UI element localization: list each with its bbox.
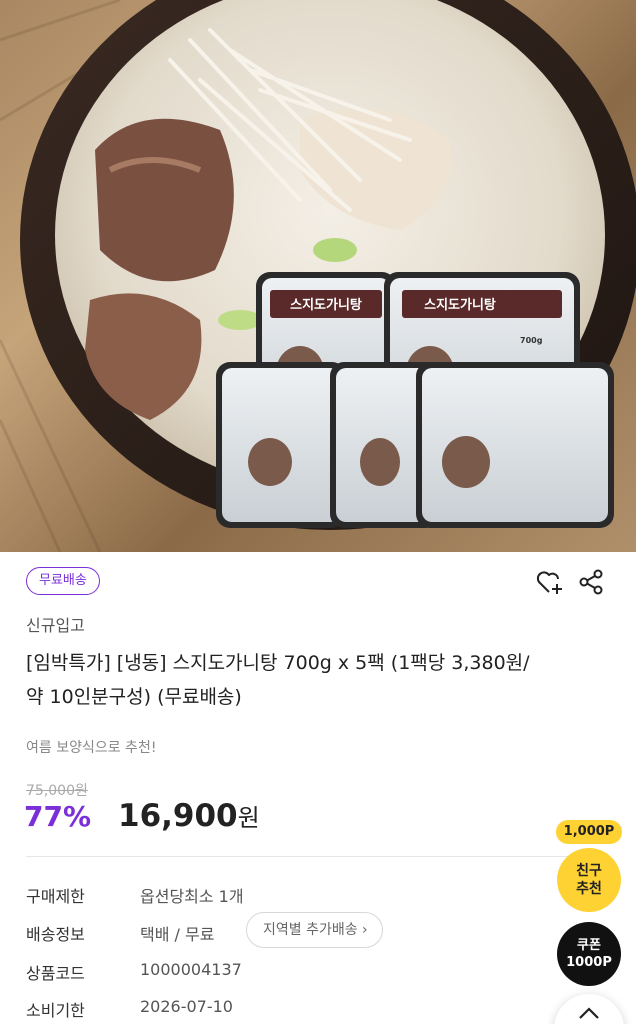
expiry-value: 2026-07-10 xyxy=(140,997,233,1016)
sale-price-unit: 원 xyxy=(237,804,260,832)
product-title-line: [임박특가] [냉동] 스지도가니탕 700g x 5팩 (1팩당 3,380원… xyxy=(26,652,530,674)
product-photo: 스지도가니탕 스지도가니탕 700g xyxy=(0,0,636,552)
product-title: [임박특가] [냉동] 스지도가니탕 700g x 5팩 (1팩당 3,380원… xyxy=(26,646,616,714)
original-price: 75,000원 xyxy=(26,783,88,799)
product-code-value: 1000004137 xyxy=(140,960,242,979)
regional-shipping-button[interactable]: 지역별 추가배송 › xyxy=(246,912,383,948)
scroll-top-button[interactable] xyxy=(554,994,624,1024)
pack-label: 스지도가니탕 xyxy=(424,297,496,313)
delivery-info-value: 택배 / 무료 xyxy=(140,925,215,944)
product-title-line: 약 10인분구성) (무료배송) xyxy=(26,686,242,708)
discount-rate: 77% xyxy=(24,800,92,833)
reward-points-pill: 1,000P xyxy=(556,820,622,844)
expiry-label: 소비기한 xyxy=(26,1001,85,1020)
share-button[interactable] xyxy=(574,565,608,599)
product-image[interactable]: 스지도가니탕 스지도가니탕 700g xyxy=(0,0,636,552)
friend-referral-label: 추천 xyxy=(576,881,602,897)
new-arrival-label: 신규입고 xyxy=(26,616,85,635)
friend-referral-button[interactable]: 친구 추천 xyxy=(557,848,621,912)
chevron-up-icon xyxy=(579,1007,599,1019)
delivery-info-label: 배송정보 xyxy=(26,925,85,944)
free-shipping-badge: 무료배송 xyxy=(26,567,100,595)
coupon-points: 1000P xyxy=(566,955,612,970)
coupon-button[interactable]: 쿠폰 1000P xyxy=(557,922,621,986)
pack-weight: 700g xyxy=(520,336,543,345)
share-icon xyxy=(579,569,603,595)
pack-label: 스지도가니탕 xyxy=(290,297,362,313)
wishlist-button[interactable] xyxy=(532,565,566,599)
purchase-limit-label: 구매제한 xyxy=(26,887,85,906)
friend-referral-label: 친구 xyxy=(576,863,602,879)
sale-price: 16,900원 xyxy=(118,798,260,834)
divider xyxy=(26,856,610,857)
purchase-limit-value: 옵션당최소 1개 xyxy=(140,887,244,906)
sale-price-number: 16,900 xyxy=(118,798,238,834)
coupon-label: 쿠폰 xyxy=(577,938,601,953)
heart-plus-icon xyxy=(536,571,562,594)
product-subtitle: 여름 보양식으로 추천! xyxy=(26,740,157,756)
product-code-label: 상품코드 xyxy=(26,964,85,983)
